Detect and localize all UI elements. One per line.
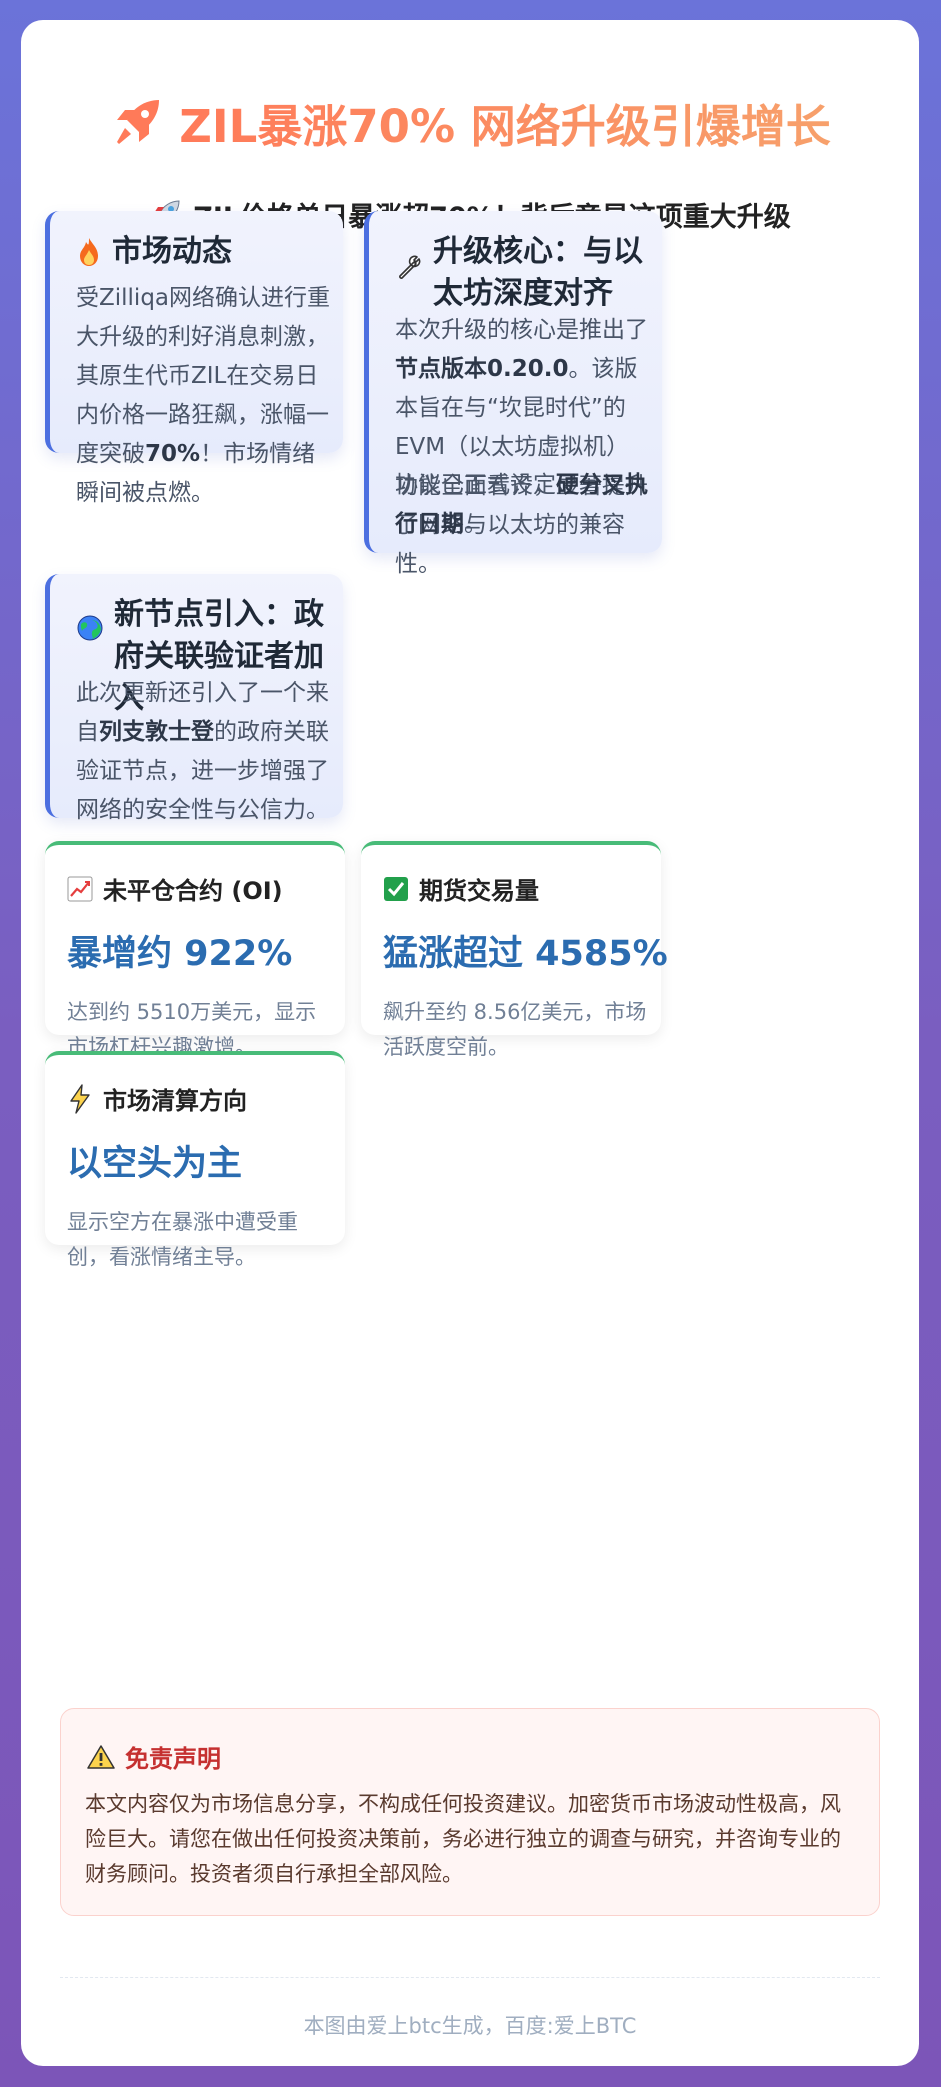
new-node-body: 此次更新还引入了一个来自列支敦士登的政府关联验证节点，进一步增强了网络的安全性与… bbox=[76, 674, 332, 830]
wrench-icon bbox=[399, 255, 421, 279]
stat-label: 期货交易量 bbox=[419, 877, 539, 905]
stat-value: 猛涨超过 4585% bbox=[383, 934, 668, 974]
upgrade-core-title: 升级核心：与以太坊深度对齐 bbox=[433, 234, 643, 311]
stat-futures-volume: 期货交易量 猛涨超过 4585% 飙升至约 8.56亿美元，市场活跃度空前。 bbox=[361, 841, 668, 1059]
emphasis-text: 节点版本0.20.0 bbox=[395, 356, 569, 382]
page-title: ZIL暴涨70% 网络升级引爆增长 bbox=[179, 90, 830, 155]
rocket-icon bbox=[117, 100, 160, 144]
stat-label: 市场清算方向 bbox=[103, 1087, 247, 1115]
market-dynamics-body: 受Zilliqa网络确认进行重大升级的利好消息刺激，其原生代币ZIL在交易日内价… bbox=[76, 279, 330, 513]
body-text: 。 bbox=[464, 511, 487, 537]
body-text: 受Zilliqa网络确认进行重大升级的利好消息刺激，其原生代币ZIL在交易日内价… bbox=[76, 285, 331, 467]
new-node-card: 新节点引入：政府关联验证者加入 此次更新还引入了一个来自列支敦士登的政府关联验证… bbox=[45, 574, 343, 823]
check-mark-icon bbox=[384, 876, 408, 901]
fire-icon bbox=[80, 238, 98, 266]
warning-icon bbox=[87, 1744, 115, 1769]
stat-value: 以空头为主 bbox=[67, 1144, 243, 1184]
stat-label: 未平仓合约 (OI) bbox=[103, 877, 283, 905]
footer-divider bbox=[60, 1977, 880, 1978]
upgrade-hardfork-note: 协议已正式设定硬分叉执行日期。 bbox=[395, 466, 651, 544]
globe-icon bbox=[77, 615, 103, 641]
upgrade-core-card: 升级核心：与以太坊深度对齐 本次升级的核心是推出了节点版本0.20.0。该版本旨… bbox=[364, 211, 662, 577]
market-dynamics-card: 市场动态 受Zilliqa网络确认进行重大升级的利好消息刺激，其原生代币ZIL在… bbox=[45, 211, 343, 506]
footer-credit: 本图由爱上btc生成，百度:爱上BTC bbox=[303, 2014, 637, 2038]
disclaimer-title: 免责声明 bbox=[125, 1745, 221, 1773]
stat-liquidation-direction: 市场清算方向 以空头为主 显示空方在暴涨中遭受重创，看涨情绪主导。 bbox=[45, 1051, 345, 1269]
lightning-icon bbox=[70, 1083, 90, 1114]
market-dynamics-title: 市场动态 bbox=[112, 234, 232, 269]
chart-up-icon bbox=[67, 876, 93, 901]
stat-value: 暴增约 922% bbox=[67, 934, 293, 974]
emphasis-text: 列支敦士登 bbox=[99, 719, 214, 745]
body-text: 本次升级的核心是推出了 bbox=[395, 317, 648, 343]
stat-description: 显示空方在暴涨中遭受重创，看涨情绪主导。 bbox=[67, 1210, 298, 1269]
disclaimer-body: 本文内容仅为市场信息分享，不构成任何投资建议。加密货币市场波动性极高，风险巨大。… bbox=[85, 1792, 841, 1886]
body-text: 协议已正式设定 bbox=[395, 472, 556, 498]
disclaimer-panel: 免责声明 本文内容仅为市场信息分享，不构成任何投资建议。加密货币市场波动性极高，… bbox=[60, 1708, 880, 1916]
emphasis-text: 70% bbox=[145, 441, 201, 467]
title-row: ZIL暴涨70% 网络升级引爆增长 bbox=[21, 90, 919, 154]
stat-description: 飙升至约 8.56亿美元，市场活跃度空前。 bbox=[383, 1000, 647, 1059]
stat-open-interest: 未平仓合约 (OI) 暴增约 922% 达到约 5510万美元，显示市场杠杆兴趣… bbox=[45, 841, 345, 1059]
